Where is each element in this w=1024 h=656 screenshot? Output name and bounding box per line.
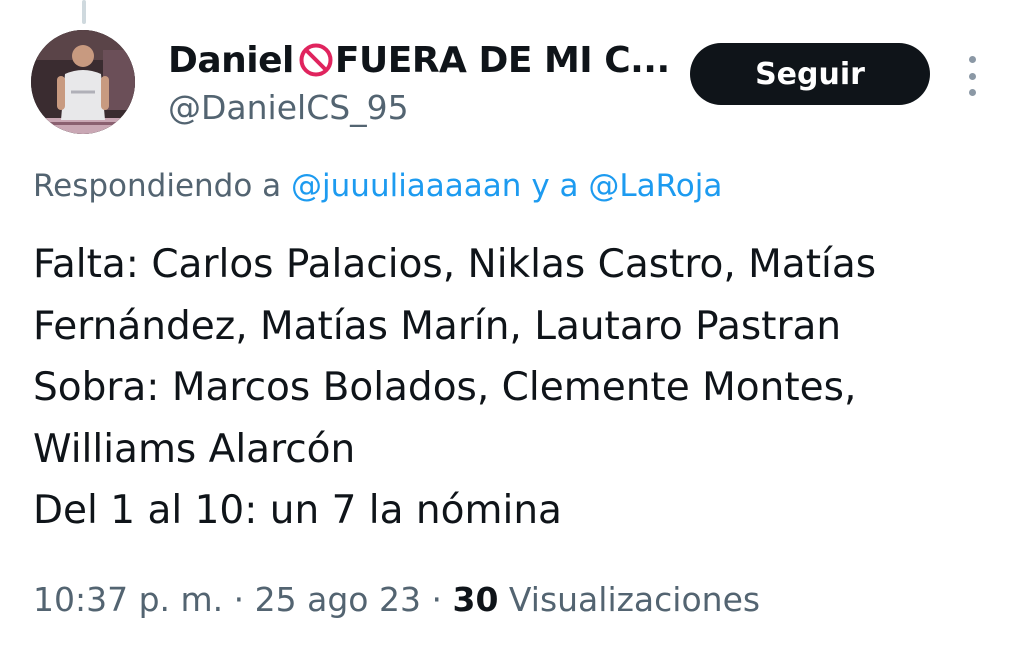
replying-prefix: Respondiendo a: [33, 168, 282, 204]
tweet-time[interactable]: 10:37 p. m.: [33, 580, 223, 619]
tweet-text: Falta: Carlos Palacios, Niklas Castro, M…: [33, 234, 1013, 542]
more-icon-dot: [968, 72, 976, 80]
replying-to: Respondiendo a @juuuliaaaaan y a @LaRoja: [33, 168, 722, 204]
replying-joiner[interactable]: y a: [531, 168, 578, 204]
views-count: 30: [452, 580, 499, 619]
tweet-meta: 10:37 p. m. · 25 ago 23 · 30 Visualizaci…: [33, 580, 760, 619]
tweet-line: Sobra: Marcos Bolados, Clemente Montes,: [33, 365, 857, 410]
views-label: Visualizaciones: [508, 580, 761, 619]
follow-button[interactable]: Seguir: [690, 43, 930, 105]
more-icon-dot: [968, 56, 976, 63]
no-entry-icon: [299, 43, 333, 77]
tweet-line: Del 1 al 10: un 7 la nómina: [33, 488, 562, 533]
tweet-line: Falta: Carlos Palacios, Niklas Castro, M…: [33, 242, 877, 287]
display-name-start: Daniel: [168, 40, 294, 81]
tweet-line: Williams Alarcón: [33, 426, 356, 472]
mention-link-laroja[interactable]: @LaRoja: [588, 168, 722, 204]
mention-link-juuuliaaaaan[interactable]: @juuuliaaaaan: [291, 168, 521, 204]
more-icon-dot: [968, 89, 976, 96]
tweet-date[interactable]: 25 ago 23: [255, 580, 421, 619]
meta-separator: ·: [431, 580, 442, 619]
meta-separator: ·: [233, 580, 245, 619]
display-name[interactable]: Daniel FUERA DE MI C...: [168, 40, 670, 81]
thread-connector-line: [82, 0, 86, 24]
display-name-rest: FUERA DE MI C...: [334, 40, 670, 81]
avatar-photo: [31, 30, 135, 134]
user-handle[interactable]: @DanielCS_95: [168, 88, 409, 127]
more-icon[interactable]: [960, 56, 984, 96]
tweet-line: Fernández, Matías Marín, Lautaro Pastran: [33, 303, 842, 349]
avatar[interactable]: [31, 30, 135, 134]
